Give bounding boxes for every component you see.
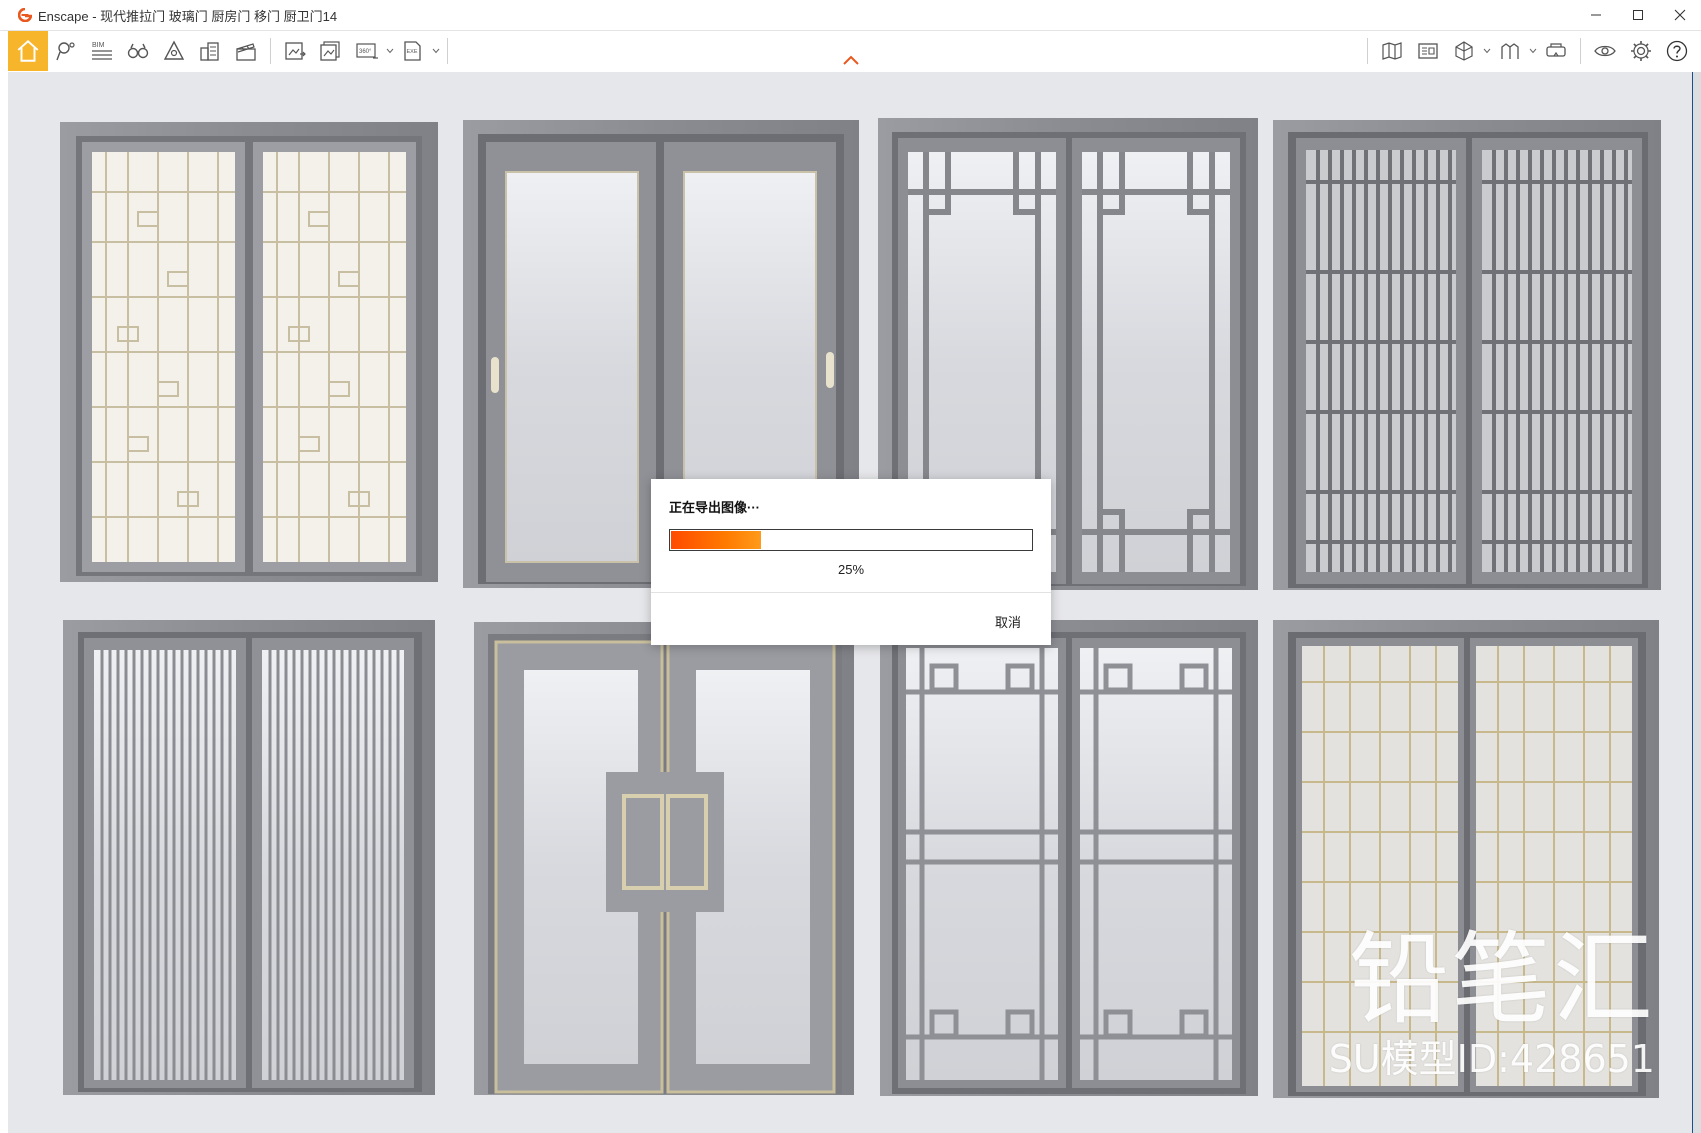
bim-button[interactable]: BIM [84, 31, 120, 71]
views-button[interactable] [48, 31, 84, 71]
video-editor-button[interactable] [228, 31, 264, 71]
batch-render-icon [320, 41, 340, 61]
section-dropdown[interactable] [1482, 31, 1492, 71]
chevron-down-icon [1529, 48, 1537, 54]
walk-mode-button[interactable] [1492, 31, 1528, 71]
watermark-brand: 铅笔汇 [1349, 921, 1655, 1038]
title-bar: Enscape - 现代推拉门 玻璃门 厨房门 移门 厨卫门14 [0, 0, 1701, 31]
export-progress-dialog: 正在导出图像··· 25% 取消 [651, 479, 1051, 645]
vr-headset-icon [1546, 43, 1566, 57]
panorama-button[interactable]: 360° [349, 31, 385, 71]
enscape-logo-icon [18, 8, 32, 22]
cube-section-icon [1455, 41, 1473, 61]
dialog-divider [651, 592, 1051, 593]
export-exe-icon: EXE [404, 41, 421, 61]
progress-percent: 25% [837, 562, 865, 577]
map-button[interactable] [1374, 31, 1410, 71]
toolbar-separator [447, 38, 448, 64]
door-model-1 [60, 122, 438, 582]
door-model-6 [474, 622, 854, 1095]
help-icon [1666, 40, 1688, 62]
door-model-5 [63, 620, 435, 1095]
minimize-button[interactable] [1575, 0, 1617, 30]
map-icon [1382, 42, 1402, 60]
svg-text:360°: 360° [359, 49, 372, 55]
left-panel-edge [0, 72, 8, 1133]
minimize-icon [1591, 14, 1601, 16]
right-panel-edge [1692, 72, 1701, 1133]
buildings-button[interactable] [192, 31, 228, 71]
window-title: Enscape - 现代推拉门 玻璃门 厨房门 移门 厨卫门14 [38, 8, 338, 24]
vr-headset-button[interactable] [120, 31, 156, 71]
eye-icon [1594, 45, 1616, 57]
progress-bar [669, 529, 1033, 551]
vr-button[interactable] [1538, 31, 1574, 71]
visual-settings-button[interactable] [1587, 31, 1623, 71]
dialog-title: 正在导出图像··· [669, 500, 760, 515]
toolbar-separator [1580, 38, 1581, 64]
asset-library-icon [163, 40, 185, 60]
panorama-dropdown[interactable] [385, 31, 395, 71]
help-button[interactable] [1659, 31, 1695, 71]
chevron-down-icon [1483, 48, 1491, 54]
door-model-4 [1273, 120, 1661, 590]
walk-mode-icon [1501, 43, 1519, 59]
door-model-7 [880, 620, 1258, 1096]
batch-render-button[interactable] [313, 31, 349, 71]
bim-icon: BIM [92, 42, 112, 60]
gear-icon [1631, 41, 1651, 61]
close-button[interactable] [1659, 0, 1701, 30]
binoculars-icon [127, 43, 149, 59]
export-dropdown[interactable] [431, 31, 441, 71]
section-view-button[interactable] [1446, 31, 1482, 71]
export-image-icon [285, 42, 306, 60]
chevron-down-icon [432, 48, 440, 54]
buildings-icon [200, 42, 219, 61]
screenshot-button[interactable] [277, 31, 313, 71]
asset-library-button[interactable] [156, 31, 192, 71]
home-icon [17, 39, 39, 62]
collapse-toolbar-chevron-up-icon[interactable] [842, 55, 860, 65]
close-icon [1674, 9, 1686, 21]
mini-map-button[interactable] [1410, 31, 1446, 71]
export-exe-button[interactable]: EXE [395, 31, 431, 71]
clapperboard-icon [236, 43, 256, 61]
toolbar-separator [270, 38, 271, 64]
toolbar-separator [1367, 38, 1368, 64]
watermark-model-id: SU模型ID:428651 [1328, 1037, 1655, 1081]
minimap-icon [1418, 43, 1438, 59]
home-button[interactable] [8, 31, 48, 71]
maximize-button[interactable] [1617, 0, 1659, 30]
chevron-down-icon [386, 48, 394, 54]
svg-text:BIM: BIM [92, 42, 105, 49]
progress-bar-fill [671, 531, 761, 549]
walk-mode-dropdown[interactable] [1528, 31, 1538, 71]
maximize-icon [1633, 10, 1643, 20]
location-pin-icon [56, 42, 75, 61]
svg-text:EXE: EXE [407, 49, 418, 55]
cancel-button[interactable]: 取消 [995, 612, 1021, 631]
panorama-360-icon: 360° [356, 43, 378, 59]
toolbar: BIM 360° EXE [0, 31, 1701, 71]
settings-button[interactable] [1623, 31, 1659, 71]
